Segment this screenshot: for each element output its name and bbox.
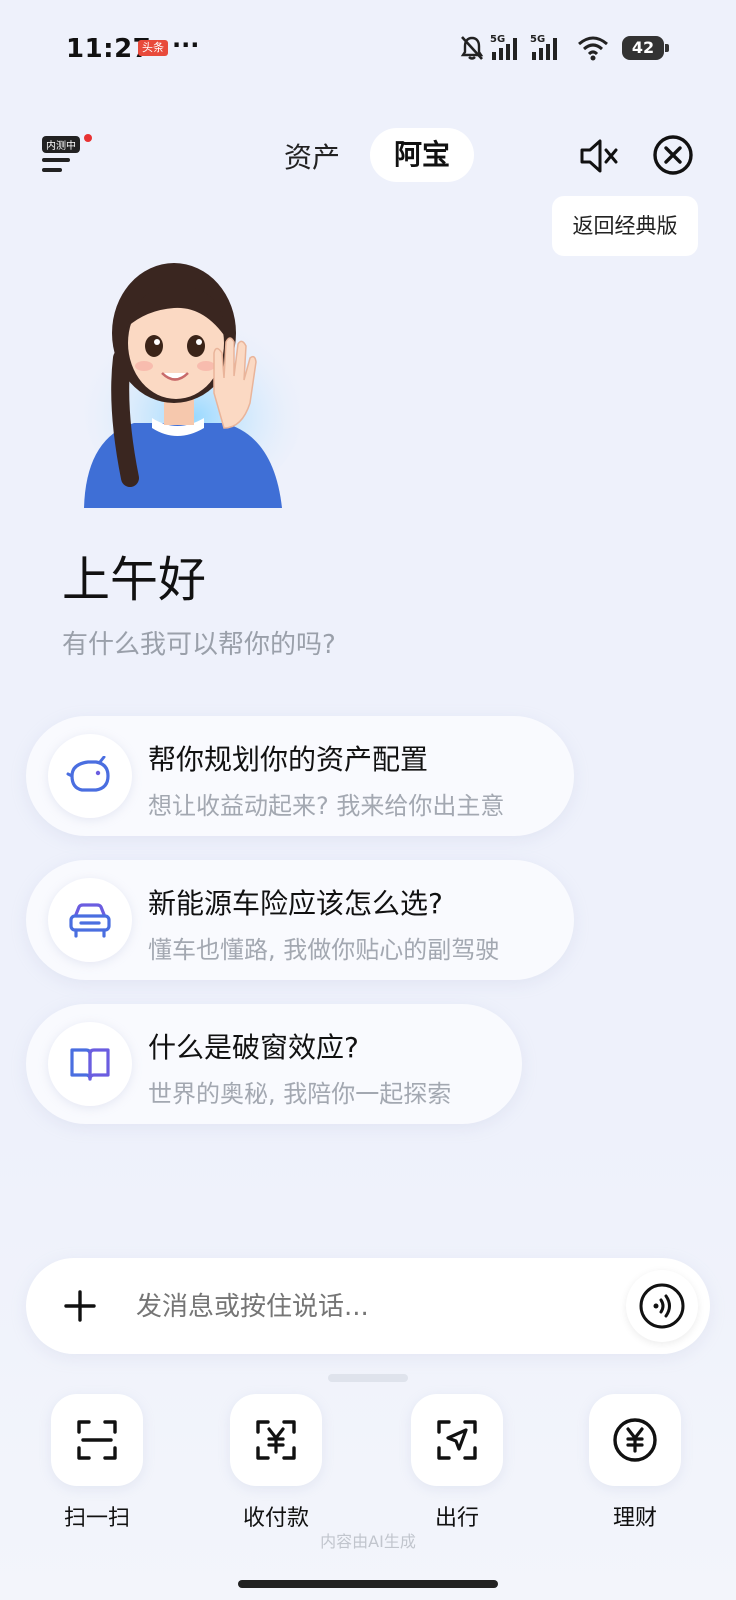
shortcut-pay-receive[interactable]: 收付款 (221, 1394, 331, 1532)
message-input-bar (26, 1258, 710, 1356)
menu-line-icon-2 (42, 168, 62, 172)
greeting-subtitle: 有什么我可以帮你的吗? (62, 630, 336, 660)
tab-assets[interactable]: 资产 (284, 136, 340, 176)
card-subtitle: 想让收益动起来? 我来给你出主意 (148, 792, 505, 820)
signal-5g-icon-2: 5G (530, 34, 557, 60)
shortcut-icon-wrap (51, 1394, 143, 1486)
message-input[interactable] (134, 1258, 598, 1356)
assistant-avatar (84, 263, 300, 508)
close-icon[interactable] (650, 132, 696, 178)
scan-icon (77, 1420, 117, 1460)
more-notifications-icon: ··· (172, 31, 200, 59)
home-indicator[interactable] (238, 1580, 498, 1588)
card-subtitle: 懂车也懂路, 我做你贴心的副驾驶 (148, 936, 500, 964)
shortcut-scan[interactable]: 扫一扫 (42, 1394, 152, 1532)
speaker-muted-icon[interactable] (578, 134, 622, 178)
card-icon-wrap (48, 1022, 132, 1106)
beta-badge: 内测中 (42, 136, 80, 153)
card-title: 新能源车险应该怎么选? (148, 887, 443, 920)
card-subtitle: 世界的奥秘, 我陪你一起探索 (148, 1080, 452, 1108)
news-app-badge: 头条 (138, 40, 168, 56)
card-icon-wrap (48, 878, 132, 962)
add-button[interactable] (44, 1270, 116, 1342)
greeting-title: 上午好 (62, 552, 207, 608)
bell-muted-icon (460, 36, 484, 60)
card-title: 什么是破窗效应? (148, 1031, 359, 1064)
shortcut-icon-wrap (589, 1394, 681, 1486)
wifi-icon (578, 36, 608, 61)
svg-text:5G: 5G (490, 34, 505, 45)
book-icon (70, 1048, 110, 1081)
voice-button[interactable] (626, 1270, 698, 1342)
drawer-handle[interactable] (328, 1374, 408, 1382)
suggestion-card-asset-allocation[interactable]: 帮你规划你的资产配置 想让收益动起来? 我来给你出主意 (26, 716, 574, 836)
battery-icon: 42 (622, 36, 669, 60)
wealth-icon (613, 1418, 657, 1462)
travel-icon (437, 1420, 477, 1460)
piggy-bank-icon (66, 756, 110, 792)
return-classic-tooltip[interactable]: 返回经典版 (552, 196, 698, 256)
notification-dot (84, 134, 92, 142)
card-title: 帮你规划你的资产配置 (148, 743, 429, 776)
status-bar: 11:27 头条 ··· 5G 5G 42 (0, 0, 736, 100)
tab-abao[interactable]: 阿宝 (370, 128, 474, 182)
shortcut-icon-wrap (411, 1394, 503, 1486)
svg-text:5G: 5G (530, 34, 545, 45)
shortcut-travel[interactable]: 出行 (402, 1394, 512, 1532)
ai-generated-note: 内容由AI生成 (320, 1532, 416, 1551)
card-icon-wrap (48, 734, 132, 818)
shortcut-icon-wrap (230, 1394, 322, 1486)
signal-5g-icon: 5G (490, 34, 517, 60)
menu-line-icon (42, 158, 70, 162)
menu-button[interactable]: 内测中 (42, 134, 92, 176)
car-icon (69, 903, 111, 938)
suggestion-card-ev-insurance[interactable]: 新能源车险应该怎么选? 懂车也懂路, 我做你贴心的副驾驶 (26, 860, 574, 980)
voice-wave-icon (639, 1283, 685, 1329)
top-nav: 内测中 资产 阿宝 (0, 120, 736, 190)
shortcut-wealth[interactable]: 理财 (580, 1394, 690, 1532)
suggestion-card-broken-window[interactable]: 什么是破窗效应? 世界的奥秘, 我陪你一起探索 (26, 1004, 522, 1124)
payment-code-icon (256, 1420, 296, 1460)
plus-icon (64, 1290, 96, 1322)
